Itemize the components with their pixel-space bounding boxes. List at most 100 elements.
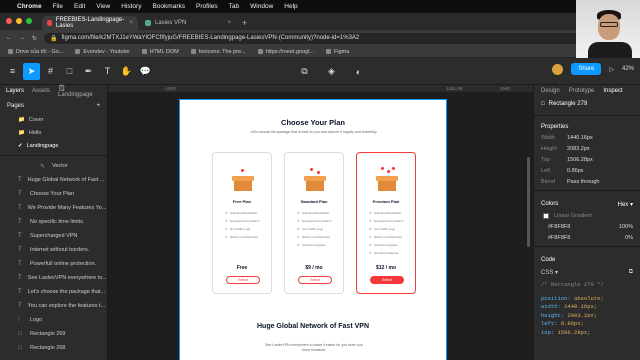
layer-item[interactable]: T Huge Global Network of Fast ...	[0, 173, 107, 187]
menu-profiles[interactable]: Profiles	[196, 3, 218, 10]
color-format-select[interactable]: Hex ▾	[618, 201, 633, 208]
layer-item[interactable]: ✎ Vector	[0, 159, 107, 173]
code-language-select[interactable]: CSS ▾	[541, 269, 558, 276]
copy-code-icon[interactable]: ⧉	[629, 269, 633, 276]
menu-history[interactable]: History	[121, 3, 141, 10]
move-tool-icon[interactable]: ➤	[23, 62, 40, 80]
bookmark-item[interactable]: Figma	[326, 49, 349, 55]
stop-hex: #F8F8F8	[548, 223, 571, 230]
bookmark-label: Evondev - Youtube	[83, 48, 130, 55]
code-language-label: CSS	[541, 270, 554, 276]
contrast-icon[interactable]: ◐	[350, 63, 367, 80]
layer-item[interactable]: T See LaslesVPN everywhere to...	[0, 271, 107, 285]
menu-view[interactable]: View	[96, 3, 110, 10]
layer-item[interactable]: ⁞ Logo	[0, 313, 107, 327]
page-selector[interactable]: 🗒 Landingpage	[58, 85, 101, 98]
forward-icon[interactable]: →	[19, 35, 25, 41]
avatar[interactable]	[552, 63, 564, 75]
zoom-level[interactable]: 42%	[622, 66, 634, 72]
address-bar[interactable]: 🔒 figma.com/file/k2MTXJ1eYWaYlOFCfIfyjuG…	[44, 32, 621, 44]
bookmark-item[interactable]: Ionicons: The pre...	[190, 49, 246, 55]
prop-value[interactable]: 0.86px	[567, 168, 584, 174]
main-menu-icon[interactable]: ≡	[4, 63, 21, 80]
select-plan-button[interactable]: Select	[226, 276, 260, 284]
prop-value[interactable]: Pass through	[567, 179, 599, 185]
prop-value[interactable]: 1440.16px	[567, 135, 593, 141]
design-canvas[interactable]: -1000 1441.08 1540 Choose Your Plan Let'…	[108, 85, 533, 360]
text-tool-icon[interactable]: T	[99, 63, 116, 80]
plan-card-free[interactable]: Free Plan ✔ Unlimited Bandwitch ✔ Encrypte…	[212, 152, 272, 294]
plan-name: Premium Plan	[372, 199, 400, 204]
prop-value[interactable]: 1506.28px	[567, 157, 593, 163]
bookmark-item[interactable]: https://meet.googl...	[257, 49, 314, 55]
plan-card-standard[interactable]: Standard Plan ✔ Unlimited Bandwitch ✔ Encr…	[284, 152, 344, 294]
layer-item[interactable]: T Choose Your Plan	[0, 187, 107, 201]
menu-tab[interactable]: Tab	[229, 3, 239, 10]
menu-app-name[interactable]: Chrome	[17, 3, 42, 10]
rectangle-tool-icon[interactable]: □	[61, 63, 78, 80]
code-block[interactable]: /* Rectangle 279 */ position: absolute; …	[534, 281, 640, 337]
gradient-stop[interactable]: #F8F8F8 100%	[534, 221, 640, 232]
tab-prototype[interactable]: Prototype	[569, 88, 595, 94]
gradient-row[interactable]: Linear Gradient	[534, 210, 640, 221]
menu-help[interactable]: Help	[284, 3, 297, 10]
reload-icon[interactable]: ↻	[32, 35, 37, 42]
page-label: Landingpage	[26, 142, 59, 149]
tab-layers[interactable]: Layers	[6, 88, 24, 94]
landing-frame[interactable]: Choose Your Plan Let's choose the packag…	[179, 99, 447, 360]
tab-lasies-vpn[interactable]: Lasies VPN ×	[140, 16, 236, 30]
tab-figma-file[interactable]: FREEBIES-Landingpage-Lasies ×	[42, 16, 138, 30]
tab-inspect[interactable]: Inspect	[603, 88, 622, 94]
menu-window[interactable]: Window	[250, 3, 273, 10]
minimize-window-button[interactable]	[16, 18, 22, 24]
add-page-icon[interactable]: +	[96, 103, 100, 109]
menu-edit[interactable]: Edit	[74, 3, 85, 10]
prop-value[interactable]: 2083.2px	[567, 146, 590, 152]
close-tab-icon[interactable]: ×	[129, 20, 133, 26]
layer-item[interactable]: □ Rectangle 268	[0, 341, 107, 355]
chevron-down-icon: ▾	[628, 202, 633, 208]
bookmark-item[interactable]: Evondev - Youtube	[75, 48, 130, 55]
select-plan-button[interactable]: Select	[370, 276, 404, 284]
menu-bookmarks[interactable]: Bookmarks	[152, 3, 185, 10]
plan-card-premium[interactable]: Premium Plan ✔ Unlimited Bandwitch ✔ Encry…	[356, 152, 416, 294]
menu-file[interactable]: File	[53, 3, 63, 10]
layer-item[interactable]: T You can explore the features t...	[0, 299, 107, 313]
hand-tool-icon[interactable]: ✋	[118, 63, 135, 80]
bookmark-item[interactable]: Drive của tôi - Go...	[8, 49, 63, 55]
layer-label: Choose Your Plan	[30, 191, 75, 197]
page-item-landingpage[interactable]: ✔ Landingpage	[0, 139, 107, 152]
layer-item[interactable]: T No specific time limits.	[0, 215, 107, 229]
page-item-hello[interactable]: 📁 Hello	[0, 126, 107, 139]
canvas-scrollbar[interactable]	[527, 157, 530, 247]
plan-feature: ✔ Connect Anyware	[297, 243, 325, 247]
bookmark-item[interactable]: HTML DOM	[141, 49, 179, 55]
select-plan-button[interactable]: Select	[298, 276, 332, 284]
pen-tool-icon[interactable]: ✒	[80, 63, 97, 80]
back-icon[interactable]: ←	[6, 35, 12, 41]
layer-item[interactable]: □ Rectangle 269	[0, 327, 107, 341]
presenter-face	[598, 14, 620, 40]
code-line: position: absolute;	[541, 295, 633, 304]
layer-item[interactable]: T Internet without borders.	[0, 243, 107, 257]
tab-design[interactable]: Design	[541, 88, 560, 94]
comment-tool-icon[interactable]: 💬	[137, 63, 154, 80]
layer-item[interactable]: T We Provide Many Features Yo...	[0, 201, 107, 215]
layer-item[interactable]: T Let's choose the package that...	[0, 285, 107, 299]
maximize-window-button[interactable]	[26, 18, 32, 24]
close-tab-icon[interactable]: ×	[227, 20, 231, 26]
tab-assets[interactable]: Assets	[32, 88, 50, 94]
page-item-cover[interactable]: 📁 Cover	[0, 113, 107, 126]
close-window-button[interactable]	[6, 18, 12, 24]
gradient-stop[interactable]: #F8F8F8 0%	[534, 232, 640, 247]
new-tab-button[interactable]: +	[238, 18, 251, 30]
component-icon[interactable]: ⧉	[296, 63, 313, 80]
layer-item[interactable]: T Supercharged VPN	[0, 229, 107, 243]
colors-header: Colors Hex ▾	[534, 197, 640, 210]
mask-icon[interactable]: ◈	[323, 63, 340, 80]
share-button[interactable]: Share	[571, 63, 602, 75]
play-icon[interactable]: ▷	[609, 66, 614, 73]
layer-item[interactable]: T Powerfull online protection.	[0, 257, 107, 271]
code-value: 2083.2px;	[567, 311, 598, 319]
frame-tool-icon[interactable]: #	[42, 63, 59, 80]
